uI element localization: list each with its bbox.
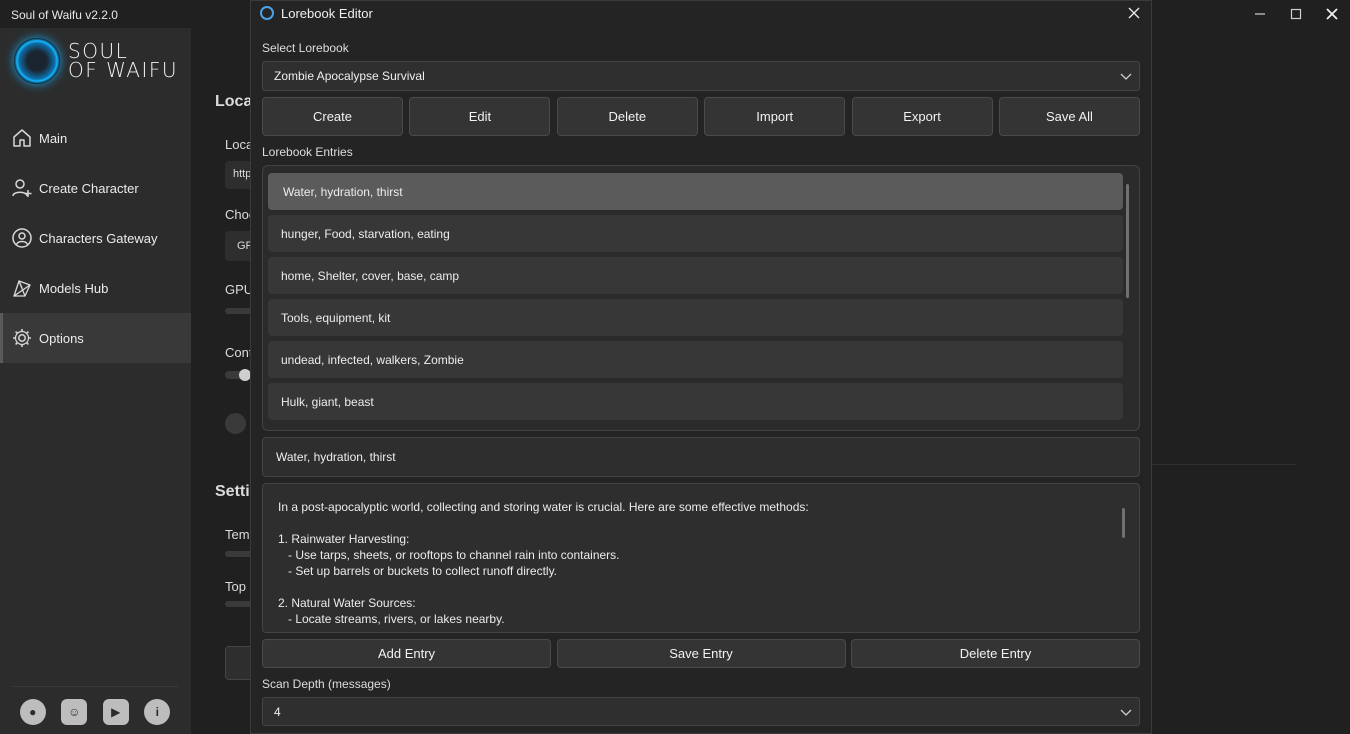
lorebook-select[interactable]: Zombie Apocalypse Survival [262, 61, 1140, 91]
app-title: Soul of Waifu v2.2.0 [11, 8, 118, 22]
content-line [278, 515, 1139, 531]
scan-depth-label: Scan Depth (messages) [262, 677, 391, 691]
window-controls [1242, 0, 1350, 28]
close-icon [1326, 8, 1338, 20]
youtube-icon[interactable]: ▶ [102, 699, 129, 725]
sidebar-item-label: Create Character [39, 180, 139, 196]
list-item[interactable]: Hulk, giant, beast [268, 383, 1123, 420]
divider [1141, 464, 1296, 465]
content-line: In a post-apocalyptic world, collecting … [278, 500, 809, 514]
sidebar-item-models-hub[interactable]: Models Hub [0, 263, 191, 313]
chevron-down-icon [1120, 73, 1132, 80]
list-item[interactable]: hunger, Food, starvation, eating [268, 215, 1123, 252]
field-label: Cont [225, 345, 253, 360]
sidebar-item-label: Characters Gateway [39, 230, 158, 246]
entry-content-textarea[interactable]: In a post-apocalyptic world, collecting … [262, 483, 1140, 633]
scan-depth-value: 4 [274, 704, 281, 719]
close-icon [1128, 7, 1140, 19]
app-icon [260, 6, 274, 20]
list-item[interactable]: Water, hydration, thirst [268, 173, 1123, 210]
field-label: Top [225, 579, 246, 594]
list-item[interactable]: undead, infected, walkers, Zombie [268, 341, 1123, 378]
entry-actions: Add Entry Save Entry Delete Entry [262, 639, 1140, 668]
select-lorebook-label: Select Lorebook [262, 41, 349, 55]
github-icon[interactable]: ● [19, 699, 46, 725]
delete-entry-button[interactable]: Delete Entry [851, 639, 1140, 668]
close-window-button[interactable] [1314, 0, 1350, 28]
maximize-icon [1290, 8, 1302, 20]
sidebar-item-label: Models Hub [39, 280, 109, 296]
logo-emblem-icon [14, 38, 60, 84]
dialog-close-button[interactable] [1125, 4, 1143, 22]
section-heading: Loca [215, 93, 253, 110]
list-item[interactable]: home, Shelter, cover, base, camp [268, 257, 1123, 294]
social-links: ● ☺ ▶ i [12, 686, 178, 725]
field-label: Loca [225, 137, 254, 152]
minimize-icon [1255, 13, 1265, 15]
lorebook-entries-list: Water, hydration, thirst hunger, Food, s… [262, 165, 1140, 431]
scan-depth-select[interactable]: 4 [262, 697, 1140, 726]
content-line: - Use tarps, sheets, or rooftops to chan… [278, 548, 620, 562]
home-icon [11, 127, 33, 149]
sidebar: SOUL OF WAIFU Main Create Character Char… [0, 28, 191, 734]
info-icon[interactable]: i [144, 699, 171, 725]
list-item[interactable]: Tools, equipment, kit [268, 299, 1123, 336]
import-button[interactable]: Import [704, 97, 846, 136]
chevron-down-icon [1120, 709, 1132, 716]
edit-button[interactable]: Edit [409, 97, 551, 136]
sidebar-item-create-character[interactable]: Create Character [0, 163, 191, 213]
save-entry-button[interactable]: Save Entry [556, 639, 846, 668]
sidebar-nav: Main Create Character Characters Gateway… [0, 113, 191, 363]
delete-button[interactable]: Delete [556, 97, 698, 136]
entry-keys-value: Water, hydration, thirst [276, 450, 396, 464]
gear-icon [11, 327, 33, 349]
lorebook-actions: Create Edit Delete Import Export Save Al… [262, 97, 1140, 136]
discord-icon[interactable]: ☺ [61, 699, 88, 725]
radio-button[interactable] [225, 413, 246, 434]
entry-keys-input[interactable]: Water, hydration, thirst [262, 437, 1140, 477]
section-heading: Setti [215, 483, 250, 500]
add-entry-button[interactable]: Add Entry [262, 639, 551, 668]
save-all-button[interactable]: Save All [998, 97, 1140, 136]
content-line: - Locate streams, rivers, or lakes nearb… [278, 612, 505, 626]
content-scrollbar[interactable] [1122, 508, 1125, 538]
content-line: 2. Natural Water Sources: [278, 596, 416, 610]
sidebar-item-options[interactable]: Options [0, 313, 191, 363]
lorebook-entries-label: Lorebook Entries [262, 145, 353, 159]
create-button[interactable]: Create [262, 97, 403, 136]
entries-scrollbar[interactable] [1126, 184, 1129, 298]
logo-text-line2: OF WAIFU [68, 58, 179, 82]
content-line: - Set up barrels or buckets to collect r… [278, 564, 558, 578]
app-logo: SOUL OF WAIFU [14, 38, 178, 84]
lorebook-select-value: Zombie Apocalypse Survival [274, 69, 425, 83]
content-line [278, 579, 1139, 595]
dialog-titlebar: Lorebook Editor [251, 1, 1151, 25]
sidebar-item-main[interactable]: Main [0, 113, 191, 163]
url-input-value: http [233, 168, 252, 180]
sidebar-item-characters-gateway[interactable]: Characters Gateway [0, 213, 191, 263]
dialog-title: Lorebook Editor [281, 5, 373, 21]
minimize-button[interactable] [1242, 0, 1278, 28]
user-circle-icon [11, 227, 33, 249]
content-line: 1. Rainwater Harvesting: [278, 532, 410, 546]
lorebook-editor-dialog: Lorebook Editor Select Lorebook Zombie A… [250, 0, 1152, 734]
sidebar-item-label: Main [39, 130, 68, 146]
export-button[interactable]: Export [851, 97, 993, 136]
field-label: GPU [225, 282, 254, 297]
maximize-button[interactable] [1278, 0, 1314, 28]
add-user-icon [11, 177, 33, 199]
network-icon [11, 277, 33, 299]
sidebar-item-label: Options [39, 330, 84, 346]
